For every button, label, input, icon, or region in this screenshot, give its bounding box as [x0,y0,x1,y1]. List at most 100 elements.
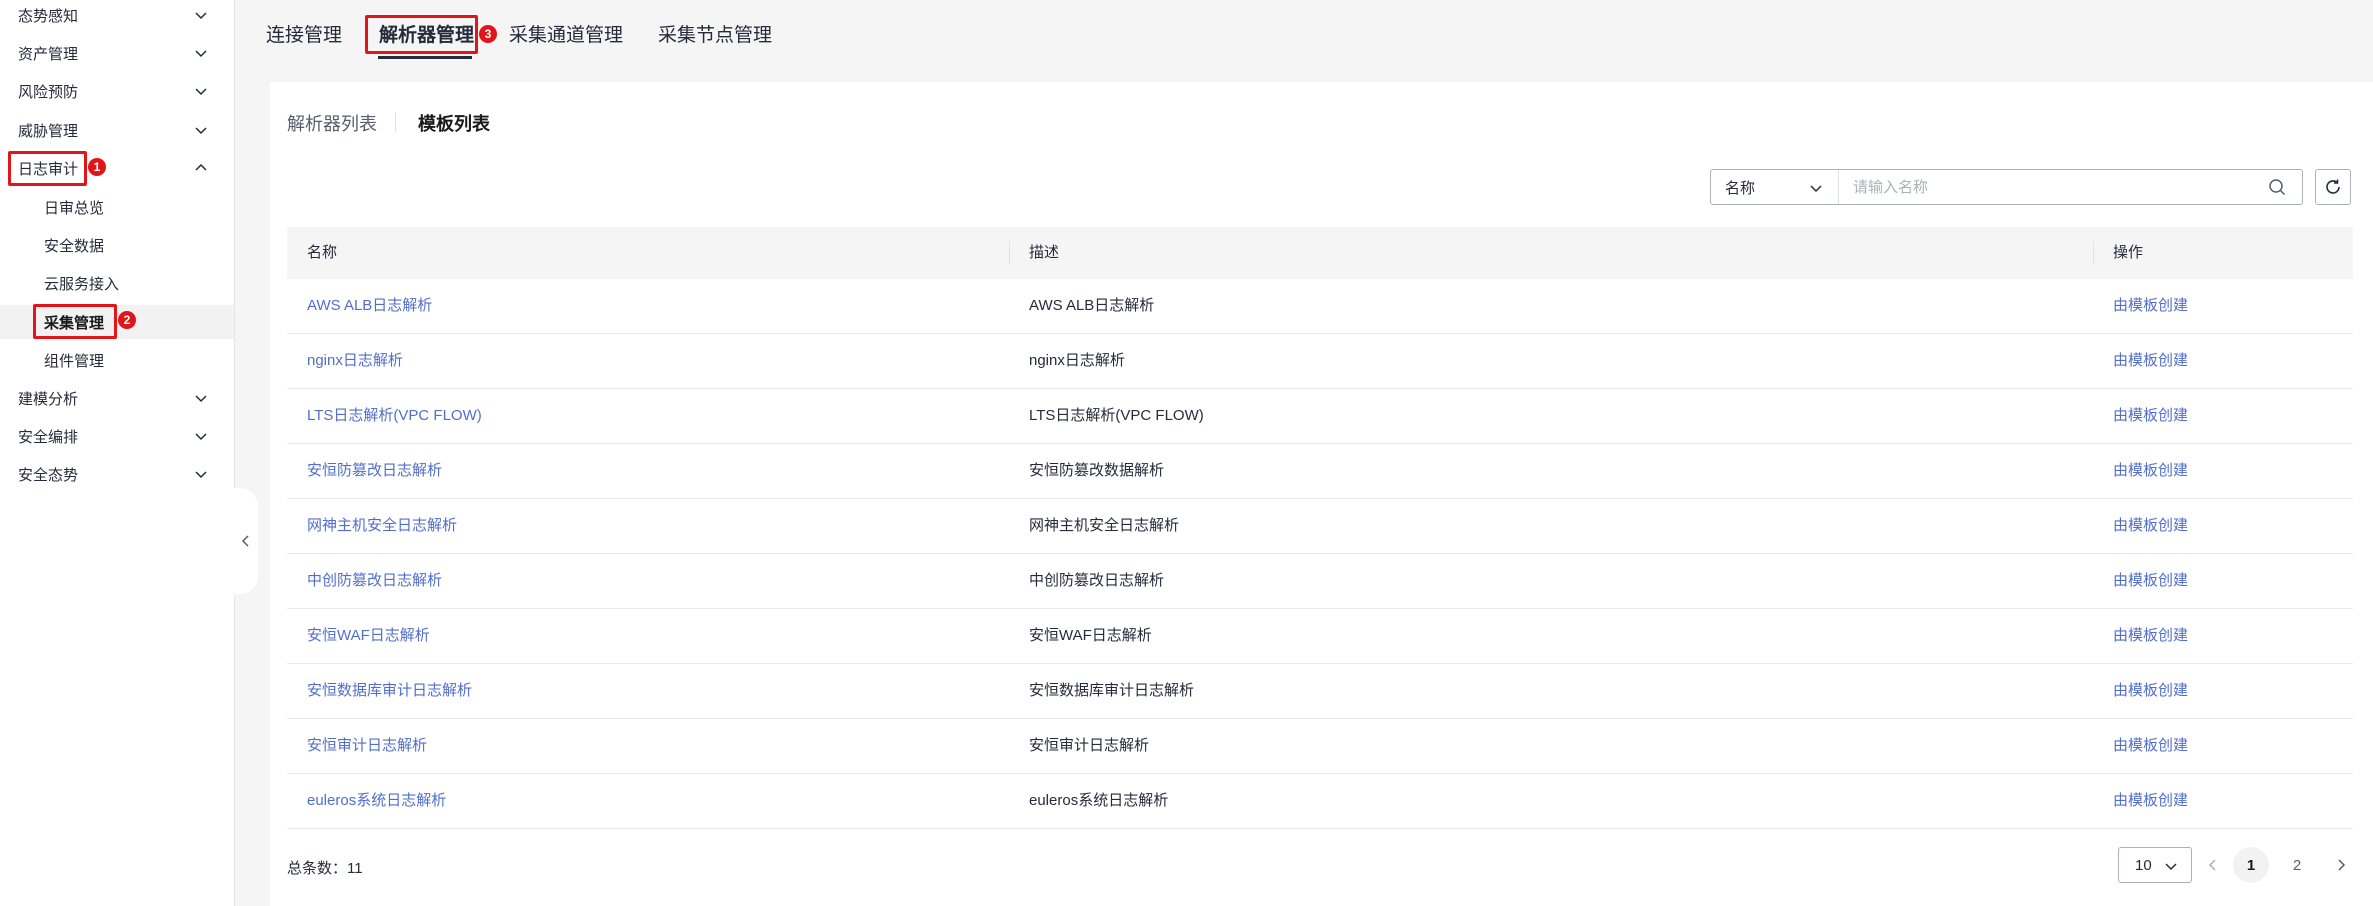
main-panel: 解析器列表 模板列表 名称 名称 描述 操作 AWS ALB日志解析AWS AL… [270,82,2373,906]
sidebar-item-label: 态势感知 [18,7,79,25]
step-badge-3: 3 [479,25,497,43]
table-row: 安恒审计日志解析 安恒审计日志解析 由模板创建 [287,719,2353,774]
table-body: AWS ALB日志解析 AWS ALB日志解析 由模板创建 nginx日志解析 ngin… [287,279,2353,829]
column-header-name: 名称 [307,244,338,261]
row-description: 安恒WAF日志解析 [1029,627,1152,644]
chevron-down-icon [193,7,209,23]
row-description: 网神主机安全日志解析 [1029,517,1180,534]
table-header: 名称 描述 操作 [287,227,2353,279]
row-name-link[interactable]: 网神主机安全日志解析 [307,499,457,553]
sidebar-item-security-posture[interactable]: 安全态势 [0,457,234,491]
create-from-template-link[interactable]: 由模板创建 [2113,774,2188,828]
sidebar-item-label: 威胁管理 [18,122,79,140]
tab-collection-node-management[interactable]: 采集节点管理 [658,22,772,50]
table-row: euleros系统日志解析 euleros系统日志解析 由模板创建 [287,774,2353,829]
column-header-operations: 操作 [2113,244,2144,261]
row-name-link[interactable]: 安恒WAF日志解析 [307,609,430,663]
subtab-parser-list[interactable]: 解析器列表 [287,110,377,136]
row-name-link[interactable]: AWS ALB日志解析 [307,279,432,333]
create-from-template-link[interactable]: 由模板创建 [2113,334,2188,388]
total-count: 总条数：11 [287,860,363,877]
subtab-template-list[interactable]: 模板列表 [418,110,490,136]
table-row: 网神主机安全日志解析 网神主机安全日志解析 由模板创建 [287,499,2353,554]
sidebar-item-label: 风险预防 [18,83,79,101]
tab-collection-channel-management[interactable]: 采集通道管理 [509,22,623,50]
row-description: 安恒数据库审计日志解析 [1029,682,1195,699]
column-separator [2093,241,2094,265]
sidebar-item-risk-prevention[interactable]: 风险预防 [0,74,234,108]
step-badge-2: 2 [118,311,136,329]
row-name-link[interactable]: euleros系统日志解析 [307,774,446,828]
search-bar: 名称 [1710,169,2303,205]
create-from-template-link[interactable]: 由模板创建 [2113,444,2188,498]
search-icon[interactable] [2268,178,2286,196]
row-name-link[interactable]: nginx日志解析 [307,334,403,388]
chevron-down-icon [193,45,209,61]
refresh-icon [2326,179,2340,194]
chevron-down-icon [1808,180,1824,196]
tab-connection-management[interactable]: 连接管理 [266,22,342,50]
chevron-down-icon [193,122,209,138]
table-row: 安恒防篡改日志解析 安恒防篡改数据解析 由模板创建 [287,444,2353,499]
chevron-left-icon [241,535,249,547]
create-from-template-link[interactable]: 由模板创建 [2113,609,2188,663]
highlight-box-collection-management [33,304,117,339]
chevron-right-icon [2338,859,2346,871]
highlight-box-log-audit [8,151,87,186]
chevron-down-icon [193,83,209,99]
create-from-template-link[interactable]: 由模板创建 [2113,499,2188,553]
table-row: AWS ALB日志解析 AWS ALB日志解析 由模板创建 [287,279,2353,334]
sidebar-item-label: 资产管理 [18,45,79,63]
row-description: euleros系统日志解析 [1029,792,1169,809]
row-name-link[interactable]: LTS日志解析(VPC FLOW) [307,389,482,443]
sidebar-item-threat-management[interactable]: 威胁管理 [0,113,234,147]
column-header-description: 描述 [1029,244,1060,261]
sidebar-collapse-toggle[interactable] [234,488,258,594]
page-number-1[interactable]: 1 [2233,847,2269,883]
next-page-button[interactable] [2331,854,2351,876]
template-table: 名称 描述 操作 AWS ALB日志解析 AWS ALB日志解析 由模板创建 ngin… [287,227,2353,829]
chevron-left-icon [2208,859,2216,871]
search-input[interactable] [1839,170,2268,204]
chevron-down-icon [193,390,209,406]
table-row: nginx日志解析 nginx日志解析 由模板创建 [287,334,2353,389]
sidebar-subitem-cloud-service-access[interactable]: 云服务接入 [0,266,234,300]
row-description: 安恒防篡改数据解析 [1029,462,1165,479]
sidebar-item-asset-management[interactable]: 资产管理 [0,36,234,70]
create-from-template-link[interactable]: 由模板创建 [2113,554,2188,608]
sidebar-subitem-audit-overview[interactable]: 日审总览 [0,190,234,224]
create-from-template-link[interactable]: 由模板创建 [2113,279,2188,333]
row-description: 中创防篡改日志解析 [1029,572,1165,589]
table-row: 安恒WAF日志解析 安恒WAF日志解析 由模板创建 [287,609,2353,664]
sidebar-subitem-component-management[interactable]: 组件管理 [0,343,234,377]
create-from-template-link[interactable]: 由模板创建 [2113,719,2188,773]
sidebar-subitem-security-data[interactable]: 安全数据 [0,228,234,262]
search-field-select[interactable]: 名称 [1711,170,1839,204]
column-separator [1009,241,1010,265]
sidebar-item-security-orchestration[interactable]: 安全编排 [0,419,234,453]
prev-page-button[interactable] [2203,854,2223,876]
highlight-box-parser-management [365,15,478,54]
page-number-2[interactable]: 2 [2279,847,2315,883]
row-name-link[interactable]: 安恒防篡改日志解析 [307,444,442,498]
row-description: 安恒审计日志解析 [1029,737,1150,754]
create-from-template-link[interactable]: 由模板创建 [2113,389,2188,443]
row-name-link[interactable]: 安恒审计日志解析 [307,719,427,773]
create-from-template-link[interactable]: 由模板创建 [2113,664,2188,718]
row-description: nginx日志解析 [1029,352,1125,369]
search-field-value: 名称 [1725,179,1756,197]
sidebar-subitem-label: 云服务接入 [44,275,120,293]
sidebar-item-label: 安全编排 [18,428,79,446]
sidebar: 态势感知 资产管理 风险预防 威胁管理 日志审计 1 日审总览 安全数据 云服务… [0,0,235,906]
sidebar-item-modeling-analysis[interactable]: 建模分析 [0,381,234,415]
table-row: 安恒数据库审计日志解析 安恒数据库审计日志解析 由模板创建 [287,664,2353,719]
refresh-button[interactable] [2315,169,2351,205]
row-name-link[interactable]: 中创防篡改日志解析 [307,554,442,608]
chevron-down-icon [2163,858,2179,874]
page-size-select[interactable]: 10 [2118,847,2192,883]
row-name-link[interactable]: 安恒数据库审计日志解析 [307,664,472,718]
subtab-divider [395,112,396,132]
table-row: 中创防篡改日志解析 中创防篡改日志解析 由模板创建 [287,554,2353,609]
chevron-down-icon [193,428,209,444]
sidebar-item-situation-awareness[interactable]: 态势感知 [0,0,234,32]
